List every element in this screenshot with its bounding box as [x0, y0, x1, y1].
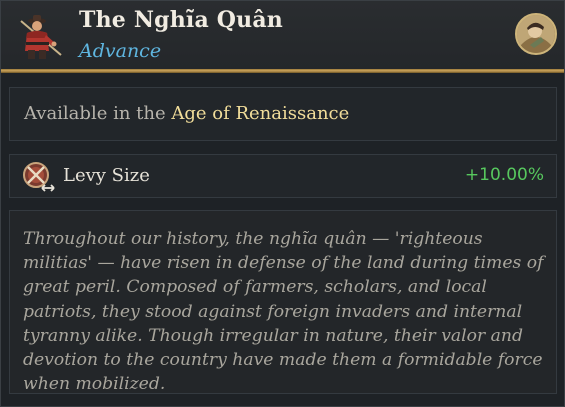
age-name: Age of Renaissance — [171, 103, 350, 124]
advance-tooltip: The Nghĩa Quân Advance Available in the … — [0, 0, 565, 407]
description-panel: Throughout our history, the nghĩa quân —… — [9, 210, 557, 394]
flavor-text: Throughout our history, the nghĩa quân —… — [23, 229, 544, 395]
advance-title: The Nghĩa Quân — [79, 7, 283, 33]
stat-value: +10.00% — [464, 165, 544, 185]
stat-label: Levy Size — [63, 165, 150, 186]
stat-row: Levy Size +10.00% — [9, 154, 557, 198]
header-divider — [1, 69, 564, 73]
availability-text: Available in the Age of Renaissance — [24, 103, 349, 124]
levy-size-icon — [22, 161, 56, 193]
civilization-leader-portrait-icon — [515, 13, 557, 55]
availability-prefix: Available in the — [24, 103, 166, 124]
militia-soldier-icon — [15, 11, 65, 61]
tooltip-header: The Nghĩa Quân Advance — [1, 1, 564, 71]
advance-type-label: Advance — [79, 40, 162, 62]
availability-panel: Available in the Age of Renaissance — [9, 87, 557, 141]
